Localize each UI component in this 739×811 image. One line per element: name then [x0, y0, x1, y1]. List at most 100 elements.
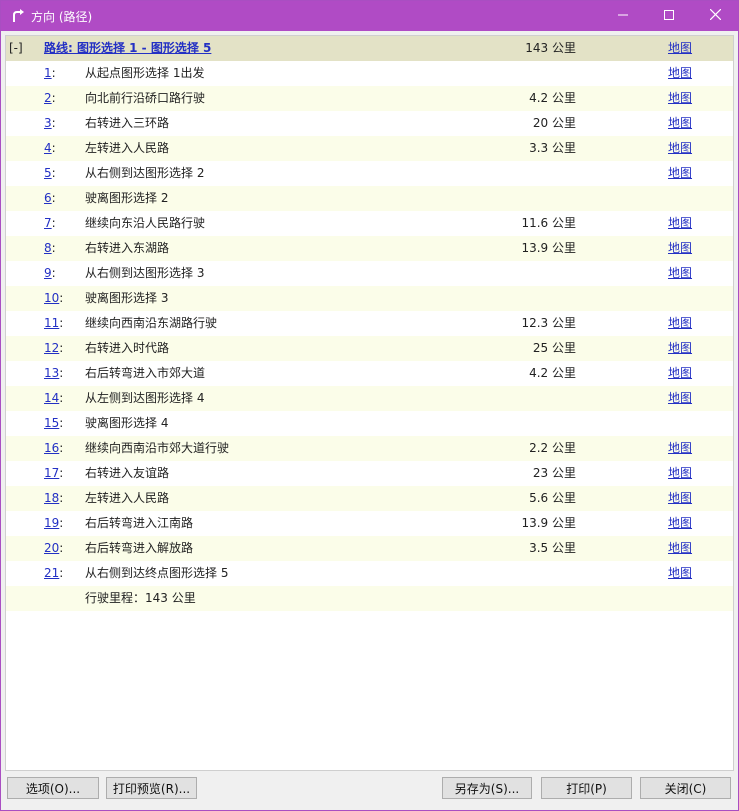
route-title-link[interactable]: 路线: 图形选择 1 - 图形选择 5	[44, 41, 211, 55]
step-map-link[interactable]: 地图	[668, 391, 692, 405]
step-number-link[interactable]: 7	[44, 216, 52, 230]
directions-window: 方向 (路径) [-] 路线: 图形选择 1 - 图形选择 5 143 公里 地…	[0, 0, 739, 811]
print-preview-button[interactable]: 打印预览(R)...	[106, 777, 197, 799]
step-map-cell: 地图	[668, 491, 692, 506]
step-number-colon: :	[59, 366, 64, 380]
step-number-link[interactable]: 11	[44, 316, 59, 330]
step-number-link[interactable]: 18	[44, 491, 59, 505]
step-instruction: 继续向西南沿市郊大道行驶	[85, 441, 230, 455]
step-map-link[interactable]: 地图	[668, 66, 692, 80]
close-dialog-button[interactable]: 关闭(C)	[640, 777, 731, 799]
step-number-link[interactable]: 17	[44, 466, 59, 480]
step-number-link[interactable]: 13	[44, 366, 59, 380]
direction-step-row: 2: 向北前行沿硚口路行驶 4.2 公里 地图	[6, 86, 733, 111]
step-number-link[interactable]: 12	[44, 341, 59, 355]
save-as-button[interactable]: 另存为(S)...	[442, 777, 532, 799]
step-number-link[interactable]: 20	[44, 541, 59, 555]
print-button[interactable]: 打印(P)	[541, 777, 632, 799]
step-instruction: 右后转弯进入江南路	[85, 516, 194, 530]
direction-step-row: 15: 驶离图形选择 4	[6, 411, 733, 436]
step-number-link[interactable]: 2	[44, 91, 52, 105]
step-map-link[interactable]: 地图	[668, 516, 692, 530]
step-map-link[interactable]: 地图	[668, 491, 692, 505]
step-map-link[interactable]: 地图	[668, 266, 692, 280]
step-number-link[interactable]: 15	[44, 416, 59, 430]
step-number-link[interactable]: 21	[44, 566, 59, 580]
step-number: 6:	[44, 191, 56, 206]
step-map-cell: 地图	[668, 466, 692, 481]
step-number-link[interactable]: 19	[44, 516, 59, 530]
step-number-colon: :	[59, 291, 64, 305]
step-instruction: 左转进入人民路	[85, 141, 170, 155]
step-map-link[interactable]: 地图	[668, 91, 692, 105]
direction-step-row: 9: 从右侧到达图形选择 3 地图	[6, 261, 733, 286]
step-map-link[interactable]: 地图	[668, 116, 692, 130]
maximize-button[interactable]	[646, 1, 692, 31]
close-button[interactable]	[692, 1, 738, 31]
direction-step-row: 19: 右后转弯进入江南路 13.9 公里 地图	[6, 511, 733, 536]
direction-step-row: 11: 继续向西南沿东湖路行驶 12.3 公里 地图	[6, 311, 733, 336]
step-instruction: 右转进入三环路	[85, 116, 170, 130]
step-instruction: 左转进入人民路	[85, 491, 170, 505]
step-number-link[interactable]: 1	[44, 66, 52, 80]
step-number-link[interactable]: 16	[44, 441, 59, 455]
step-distance: 4.2 公里	[529, 91, 576, 105]
step-number-link[interactable]: 3	[44, 116, 52, 130]
maximize-icon	[664, 9, 674, 23]
step-map-link[interactable]: 地图	[668, 241, 692, 255]
step-instruction: 从右侧到达图形选择 2	[85, 166, 205, 180]
step-number-link[interactable]: 5	[44, 166, 52, 180]
step-map-link[interactable]: 地图	[668, 141, 692, 155]
window-title: 方向 (路径)	[31, 9, 93, 24]
minimize-button[interactable]	[600, 1, 646, 31]
step-instruction: 右转进入时代路	[85, 341, 170, 355]
step-number-colon: :	[51, 91, 56, 105]
step-map-link[interactable]: 地图	[668, 341, 692, 355]
direction-step-row: 1: 从起点图形选择 1出发 地图	[6, 61, 733, 86]
title-bar[interactable]: 方向 (路径)	[1, 1, 738, 31]
step-map-cell: 地图	[668, 391, 692, 406]
direction-step-row: 7: 继续向东沿人民路行驶 11.6 公里 地图	[6, 211, 733, 236]
directions-list[interactable]: [-] 路线: 图形选择 1 - 图形选择 5 143 公里 地图 1: 从起点图…	[5, 35, 734, 771]
step-number-link[interactable]: 14	[44, 391, 59, 405]
step-map-cell: 地图	[668, 91, 692, 106]
step-map-link[interactable]: 地图	[668, 566, 692, 580]
step-instruction: 从起点图形选择 1出发	[85, 66, 205, 80]
step-number-link[interactable]: 10	[44, 291, 59, 305]
step-map-link[interactable]: 地图	[668, 441, 692, 455]
step-map-link[interactable]: 地图	[668, 541, 692, 555]
step-number: 19:	[44, 516, 63, 531]
step-number: 9:	[44, 266, 56, 281]
collapse-toggle[interactable]: [-]	[9, 41, 23, 56]
step-map-cell: 地图	[668, 541, 692, 556]
minimize-icon	[618, 9, 628, 23]
step-distance: 20 公里	[532, 116, 576, 130]
button-bar: 选项(O)... 打印预览(R)... 另存为(S)... 打印(P) 关闭(C…	[1, 770, 738, 810]
step-number: 16:	[44, 441, 63, 456]
step-number-link[interactable]: 6	[44, 191, 52, 205]
step-map-link[interactable]: 地图	[668, 366, 692, 380]
route-map-link[interactable]: 地图	[668, 41, 692, 55]
step-map-link[interactable]: 地图	[668, 166, 692, 180]
step-number-colon: :	[51, 216, 56, 230]
step-number: 3:	[44, 116, 56, 131]
step-number-link[interactable]: 4	[44, 141, 52, 155]
direction-step-row: 16: 继续向西南沿市郊大道行驶 2.2 公里 地图	[6, 436, 733, 461]
summary-row: 行驶里程：143 公里	[6, 586, 733, 611]
step-map-link[interactable]: 地图	[668, 216, 692, 230]
step-number: 18:	[44, 491, 63, 506]
step-map-cell: 地图	[668, 141, 692, 156]
step-map-link[interactable]: 地图	[668, 466, 692, 480]
direction-step-row: 12: 右转进入时代路 25 公里 地图	[6, 336, 733, 361]
step-map-link[interactable]: 地图	[668, 316, 692, 330]
step-instruction: 继续向西南沿东湖路行驶	[85, 316, 218, 330]
options-button[interactable]: 选项(O)...	[7, 777, 99, 799]
total-distance: 行驶里程：143 公里	[85, 591, 196, 605]
direction-step-row: 5: 从右侧到达图形选择 2 地图	[6, 161, 733, 186]
step-distance: 3.5 公里	[529, 541, 576, 555]
step-number-link[interactable]: 9	[44, 266, 52, 280]
step-number: 21:	[44, 566, 63, 581]
step-number-colon: :	[51, 191, 56, 205]
step-number-colon: :	[59, 491, 64, 505]
step-number-link[interactable]: 8	[44, 241, 52, 255]
